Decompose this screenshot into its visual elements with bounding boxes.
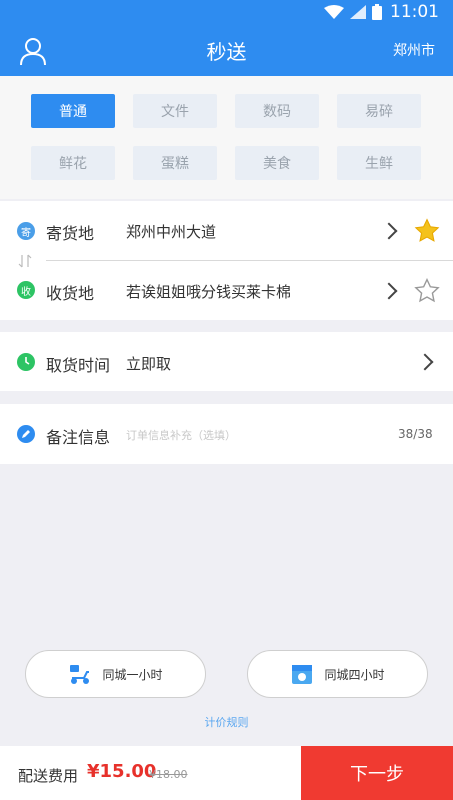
category-panel: 普通 文件 数码 易碎 鲜花 蛋糕 美食 生鲜 [0, 76, 453, 199]
footer-bar: 配送费用 ¥15.00 ¥18.00 下一步 [0, 746, 453, 800]
user-icon[interactable] [18, 36, 48, 66]
next-step-button[interactable]: 下一步 [301, 746, 453, 800]
pricing-rules-link[interactable]: 计价规则 [0, 714, 453, 730]
wifi-icon [324, 5, 344, 19]
chevron-right-icon [380, 222, 398, 240]
receiver-label: 收货地 [46, 284, 95, 303]
delivery-option-four-hours[interactable]: 同城四小时 [247, 650, 428, 698]
address-card: 寄 寄货地 郑州中州大道 收 收货地 若诶姐姐哦分钱买莱卡棉 [0, 201, 453, 320]
pencil-icon [17, 425, 35, 443]
signal-icon [350, 5, 366, 19]
fee-label: 配送费用 [18, 767, 79, 785]
category-tab[interactable]: 生鲜 [337, 146, 421, 180]
sender-address: 郑州中州大道 [126, 223, 217, 241]
category-tab[interactable]: 数码 [235, 94, 319, 128]
fee-value: ¥15.00 [87, 761, 157, 782]
status-time: 11:01 [390, 2, 439, 22]
battery-icon [372, 4, 382, 20]
star-outline-icon[interactable] [414, 278, 440, 304]
category-tab[interactable]: 鲜花 [31, 146, 115, 180]
category-tab[interactable]: 普通 [31, 94, 115, 128]
note-row[interactable]: 备注信息 订单信息补充（选填） 38/38 [0, 404, 453, 464]
receiver-icon: 收 [17, 281, 35, 299]
chevron-right-icon [416, 353, 434, 371]
receiver-row[interactable]: 收 收货地 若诶姐姐哦分钱买莱卡棉 [0, 261, 453, 320]
receiver-address: 若诶姐姐哦分钱买莱卡棉 [126, 283, 292, 301]
chevron-right-icon [380, 282, 398, 300]
note-input[interactable]: 订单信息补充（选填） [126, 427, 236, 443]
original-fee: ¥18.00 [149, 768, 188, 781]
sender-label: 寄货地 [46, 224, 95, 243]
category-tab[interactable]: 蛋糕 [133, 146, 217, 180]
delivery-option-label: 同城四小时 [324, 667, 385, 682]
note-label: 备注信息 [46, 428, 111, 447]
clock-icon [17, 353, 35, 371]
scooter-icon [70, 665, 90, 684]
pickup-label: 取货时间 [46, 356, 111, 375]
pickup-time-row[interactable]: 取货时间 立即取 [0, 332, 453, 391]
delivery-option-label: 同城一小时 [102, 667, 163, 682]
page-title: 秒送 [206, 39, 247, 64]
header: 11:01 秒送 郑州市 [0, 0, 453, 76]
sender-row[interactable]: 寄 寄货地 郑州中州大道 [0, 201, 453, 259]
delivery-option-one-hour[interactable]: 同城一小时 [25, 650, 206, 698]
sender-icon: 寄 [17, 222, 35, 240]
pickup-value: 立即取 [126, 355, 172, 373]
box-icon [292, 665, 313, 684]
category-tab[interactable]: 易碎 [337, 94, 421, 128]
note-counter: 38/38 [398, 427, 433, 441]
category-tab[interactable]: 美食 [235, 146, 319, 180]
category-tab[interactable]: 文件 [133, 94, 217, 128]
nav-bar: 秒送 郑州市 [0, 24, 453, 76]
star-filled-icon[interactable] [414, 218, 440, 244]
status-bar: 11:01 [0, 0, 453, 24]
city-selector[interactable]: 郑州市 [393, 40, 435, 60]
